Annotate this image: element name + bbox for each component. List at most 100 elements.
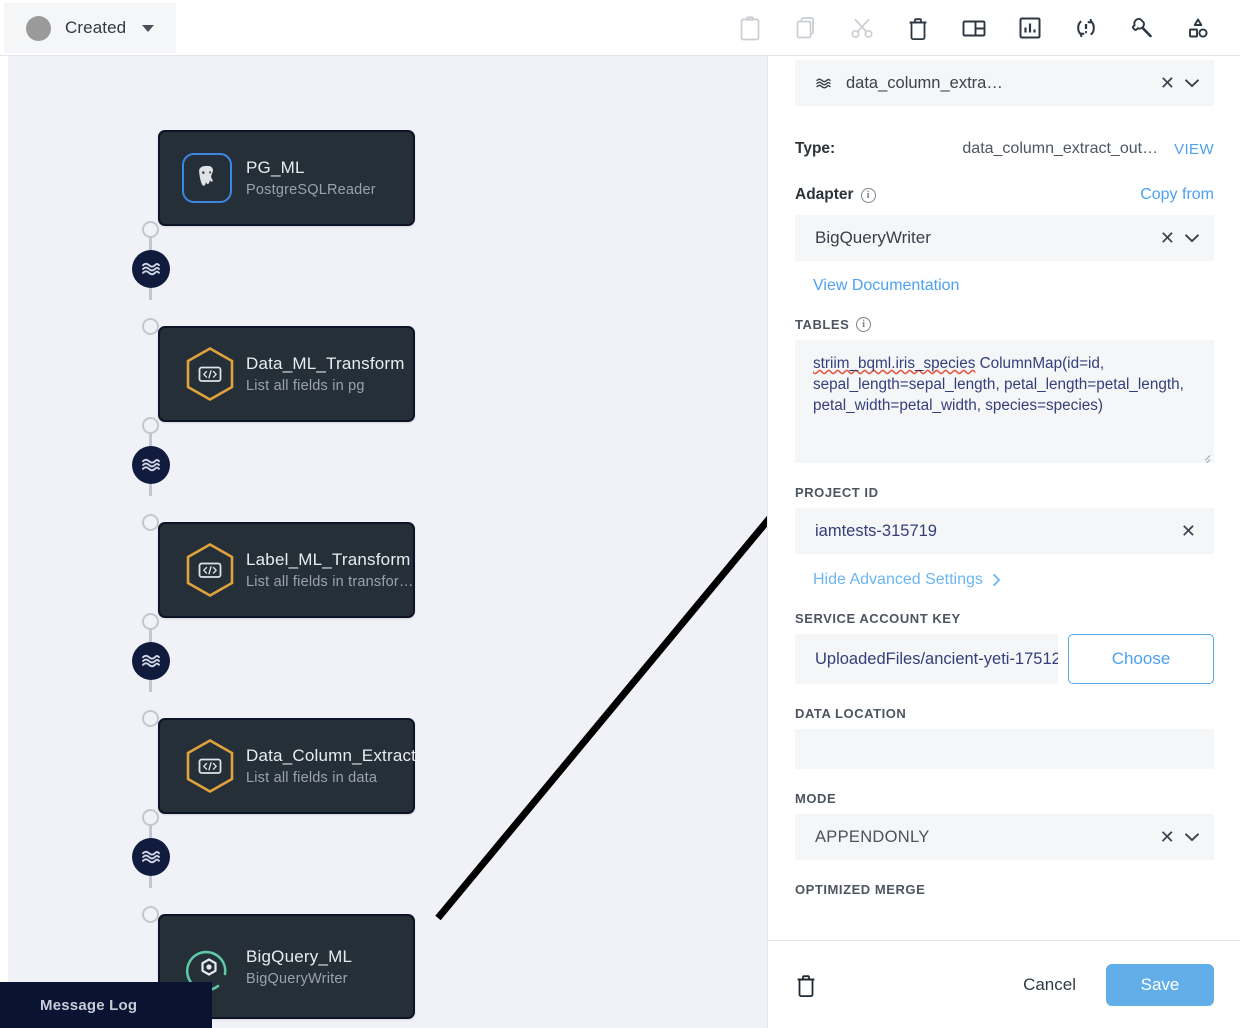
view-type-link[interactable]: VIEW: [1174, 141, 1214, 158]
node-port[interactable]: [142, 514, 159, 531]
chevron-down-icon[interactable]: [1184, 832, 1200, 842]
data-location-field[interactable]: [795, 729, 1214, 769]
tables-value-misspelled: striim_bqml.iris_species: [813, 355, 976, 372]
stream-wave-icon: [815, 77, 832, 90]
project-id-field[interactable]: iamtests-315719 ✕: [795, 508, 1214, 554]
settings-icon[interactable]: [1114, 0, 1170, 56]
stream-node[interactable]: [132, 250, 170, 288]
info-icon[interactable]: i: [856, 317, 872, 332]
clear-icon[interactable]: ✕: [1160, 828, 1175, 846]
resize-handle[interactable]: [1200, 450, 1211, 463]
paste-icon[interactable]: [722, 0, 778, 56]
chevron-down-icon[interactable]: [1184, 78, 1200, 88]
data-location-label: DATA LOCATION: [795, 706, 907, 721]
mode-select[interactable]: APPENDONLY ✕: [795, 814, 1214, 860]
panel-scroll-area[interactable]: data_column_extra… ✕ Type: data_column_e…: [768, 56, 1240, 940]
adapter-select[interactable]: BigQueryWriter ✕: [795, 215, 1214, 261]
node-subtitle: List all fields in transfor…: [246, 574, 414, 590]
message-log-label: Message Log: [40, 996, 138, 1014]
node-subtitle: PostgreSQLReader: [246, 182, 376, 198]
project-id-label: PROJECT ID: [795, 485, 879, 500]
stream-node[interactable]: [132, 446, 170, 484]
hide-advanced-settings-link[interactable]: Hide Advanced Settings: [813, 571, 1001, 589]
tables-textarea[interactable]: striim_bqml.iris_species ColumnMap(id=id…: [795, 340, 1214, 463]
service-account-key-value: UploadedFiles/ancient-yeti-175122: [815, 649, 1058, 668]
adapter-label: Adapter i: [795, 186, 876, 204]
info-icon[interactable]: i: [860, 187, 876, 203]
node-title: Data_ML_Transform: [246, 354, 405, 373]
chevron-down-icon[interactable]: [1184, 233, 1200, 243]
status-dot: [26, 15, 51, 41]
stream-node[interactable]: [132, 838, 170, 876]
pipeline-node-source[interactable]: PG_ML PostgreSQLReader: [158, 130, 415, 226]
node-port[interactable]: [142, 221, 159, 238]
clear-icon[interactable]: ✕: [1160, 229, 1175, 247]
node-subtitle: List all fields in pg: [246, 378, 365, 394]
project-id-value: iamtests-315719: [815, 521, 937, 540]
choose-file-button[interactable]: Choose: [1068, 634, 1214, 684]
chevron-down-icon[interactable]: [142, 24, 155, 32]
type-label: Type:: [795, 140, 836, 157]
postgresql-icon: [178, 147, 240, 209]
mode-label: MODE: [795, 791, 837, 806]
stream-node[interactable]: [132, 642, 170, 680]
copy-icon[interactable]: [778, 0, 834, 56]
pipeline-node-transform[interactable]: Label_ML_Transform List all fields in tr…: [158, 522, 415, 618]
layout-icon[interactable]: [946, 0, 1002, 56]
node-subtitle: BigQueryWriter: [246, 970, 348, 987]
node-port[interactable]: [142, 613, 159, 630]
optimized-merge-label: OPTIMIZED MERGE: [795, 882, 926, 897]
node-title: Data_Column_Extract: [246, 746, 417, 765]
node-subtitle: List all fields in data: [246, 770, 378, 786]
node-title: Label_ML_Transform: [246, 550, 411, 569]
canvas-left-edge: [0, 56, 8, 1028]
pipeline-canvas[interactable]: PG_ML PostgreSQLReader Data_ML_Transform…: [8, 56, 767, 1028]
service-account-key-row: UploadedFiles/ancient-yeti-175122 Choose: [795, 634, 1214, 684]
mode-value: APPENDONLY: [815, 827, 930, 846]
output-stream-value: data_column_extra…: [846, 73, 1003, 92]
adapter-label-text: Adapter: [795, 186, 854, 203]
toolbar: [722, 0, 1226, 56]
view-documentation-link[interactable]: View Documentation: [813, 277, 959, 295]
adapter-value: BigQueryWriter: [815, 228, 931, 247]
tables-label: TABLES: [795, 317, 850, 332]
service-account-key-field[interactable]: UploadedFiles/ancient-yeti-175122: [795, 634, 1058, 684]
pipeline-node-transform[interactable]: Data_ML_Transform List all fields in pg: [158, 326, 415, 422]
node-port[interactable]: [142, 318, 159, 335]
component-properties-panel: data_column_extra… ✕ Type: data_column_e…: [767, 56, 1240, 1028]
node-port[interactable]: [142, 906, 159, 923]
components-icon[interactable]: [1170, 0, 1226, 56]
cancel-button[interactable]: Cancel: [1023, 975, 1076, 995]
type-row: Type: data_column_extract_out… VIEW: [795, 140, 1214, 158]
monitor-icon[interactable]: [1002, 0, 1058, 56]
save-button[interactable]: Save: [1106, 963, 1214, 1006]
adapter-row: Adapter i Copy from: [795, 186, 1214, 204]
message-log-bar[interactable]: Message Log: [0, 982, 212, 1028]
node-title: PG_ML: [246, 158, 305, 177]
type-value: data_column_extract_out…: [962, 140, 1159, 157]
service-account-key-label: SERVICE ACCOUNT KEY: [795, 611, 961, 626]
status-chip[interactable]: Created: [4, 3, 176, 53]
transform-code-icon: [178, 735, 240, 797]
node-port[interactable]: [142, 417, 159, 434]
clear-icon[interactable]: ✕: [1181, 522, 1196, 540]
copy-from-link[interactable]: Copy from: [1140, 186, 1214, 204]
recovery-icon[interactable]: [1058, 0, 1114, 56]
node-port[interactable]: [142, 809, 159, 826]
delete-icon[interactable]: [890, 0, 946, 56]
top-bar: Created: [0, 0, 1240, 56]
transform-code-icon: [178, 343, 240, 405]
clear-icon[interactable]: ✕: [1160, 74, 1175, 92]
pipeline-node-transform[interactable]: Data_Column_Extract List all fields in d…: [158, 718, 417, 814]
hide-advanced-settings-label: Hide Advanced Settings: [813, 571, 983, 588]
cut-icon[interactable]: [834, 0, 890, 56]
chevron-right-icon: [992, 573, 1001, 587]
trash-icon[interactable]: [795, 972, 831, 998]
output-stream-select[interactable]: data_column_extra… ✕: [795, 60, 1214, 106]
node-title: BigQuery_ML: [246, 946, 353, 966]
tables-label-row: TABLES i: [795, 317, 1214, 332]
app-root: Created PG_ML PostgreSQLReader Data_ML_T…: [0, 0, 1240, 1028]
transform-code-icon: [178, 539, 240, 601]
panel-footer: Cancel Save: [768, 940, 1240, 1028]
node-port[interactable]: [142, 710, 159, 727]
